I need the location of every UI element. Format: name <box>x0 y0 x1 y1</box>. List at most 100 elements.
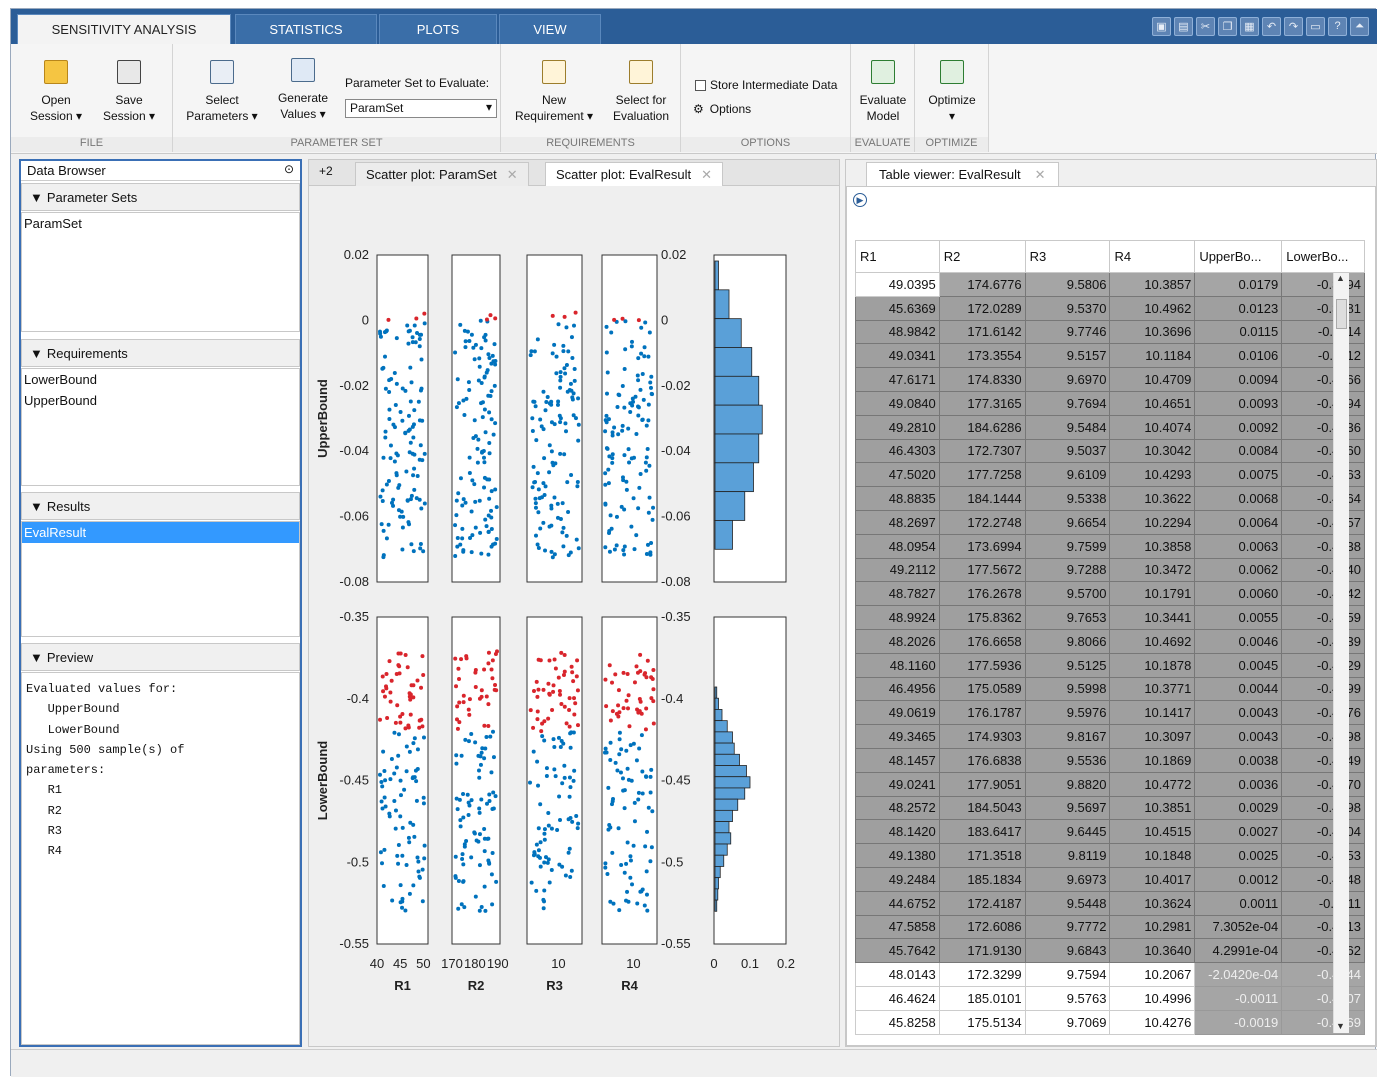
table-row[interactable]: 47.5858172.60869.777210.29817.3052e-04-0… <box>855 914 1365 940</box>
table-row[interactable]: 48.2026176.66589.806610.46920.0046-0.413… <box>855 628 1365 654</box>
table-cell[interactable]: -0.4162 <box>1281 938 1365 964</box>
table-row[interactable]: 48.1160177.59369.512510.18780.0045-0.412… <box>855 652 1365 678</box>
table-cell[interactable]: -0.4066 <box>1281 367 1365 392</box>
results-header[interactable]: ▼ Results <box>21 492 300 520</box>
save-session-button[interactable]: Save Session ▾ <box>95 60 163 124</box>
table-cell[interactable]: 48.1457 <box>855 747 940 773</box>
table-cell[interactable]: 0.0012 <box>1194 866 1283 892</box>
table-cell[interactable]: 49.2112 <box>855 557 940 583</box>
table-cell[interactable]: 10.3857 <box>1109 272 1196 297</box>
table-cell[interactable]: 0.0123 <box>1194 295 1283 321</box>
table-cell[interactable]: 0.0011 <box>1194 890 1283 916</box>
table-cell[interactable]: 9.8066 <box>1024 628 1111 654</box>
table-cell[interactable]: 10.4293 <box>1109 462 1196 488</box>
table-cell[interactable]: 9.5700 <box>1024 581 1111 607</box>
table-cell[interactable]: 9.7599 <box>1024 533 1111 559</box>
table-row[interactable]: 49.2810184.62869.548410.40740.0092-0.403… <box>855 414 1365 440</box>
table-cell[interactable]: 177.7258 <box>938 462 1026 488</box>
table-cell[interactable]: 0.0046 <box>1194 628 1283 654</box>
table-cell[interactable]: 10.4996 <box>1109 985 1196 1011</box>
param-set-dropdown[interactable]: ParamSet ▾ <box>345 99 497 118</box>
table-cell[interactable]: 183.6417 <box>938 819 1026 845</box>
table-cell[interactable]: 184.1444 <box>938 486 1026 511</box>
tab-view[interactable]: VIEW <box>499 14 601 44</box>
table-cell[interactable]: 10.2067 <box>1109 962 1196 987</box>
table-cell[interactable]: 172.7307 <box>938 438 1026 464</box>
select-parameters-button[interactable]: Select Parameters ▾ <box>179 60 265 124</box>
table-cell[interactable]: -0.3981 <box>1281 295 1365 321</box>
undo-icon[interactable]: ↶ <box>1262 16 1281 36</box>
column-header[interactable]: UpperBo... <box>1194 240 1283 273</box>
table-cell[interactable]: 0.0029 <box>1194 795 1283 821</box>
table-row[interactable]: 47.6171174.83309.697010.47090.0094-0.406… <box>855 367 1365 392</box>
table-cell[interactable]: 9.5338 <box>1024 486 1111 511</box>
cut-icon[interactable]: ✂ <box>1196 16 1215 36</box>
table-cell[interactable]: 9.8167 <box>1024 724 1111 749</box>
table-cell[interactable]: 0.0064 <box>1194 509 1283 535</box>
tab-sensitivity-analysis[interactable]: SENSITIVITY ANALYSIS <box>17 14 231 44</box>
table-cell[interactable]: 9.6973 <box>1024 866 1111 892</box>
table-cell[interactable]: 10.4692 <box>1109 628 1196 654</box>
tab-table-viewer[interactable]: Table viewer: EvalResult ✕ <box>866 162 1059 186</box>
table-cell[interactable]: 172.3299 <box>938 962 1026 987</box>
column-header[interactable]: R1 <box>855 240 940 273</box>
table-cell[interactable]: -0.4036 <box>1281 414 1365 440</box>
browser-menu-icon[interactable]: ⊙ <box>284 162 294 176</box>
table-cell[interactable]: 10.3472 <box>1109 557 1196 583</box>
table-cell[interactable]: 174.8330 <box>938 367 1026 392</box>
open-session-button[interactable]: Open Session ▾ <box>23 60 89 124</box>
table-cell[interactable]: 45.6369 <box>855 295 940 321</box>
table-cell[interactable]: 47.6171 <box>855 367 940 392</box>
table-cell[interactable]: 10.3042 <box>1109 438 1196 464</box>
table-cell[interactable]: -0.4198 <box>1281 724 1365 749</box>
table-cell[interactable]: -0.4107 <box>1281 985 1365 1011</box>
table-cell[interactable]: 9.6445 <box>1024 819 1111 845</box>
table-row[interactable]: 49.0619176.17879.597610.14170.0043-0.417… <box>855 700 1365 726</box>
table-cell[interactable]: 7.3052e-04 <box>1194 914 1283 940</box>
table-cell[interactable]: 9.5998 <box>1024 676 1111 702</box>
table-cell[interactable]: 9.7069 <box>1024 1009 1111 1035</box>
table-row[interactable]: 46.4956175.05899.599810.37710.0044-0.409… <box>855 676 1365 702</box>
table-cell[interactable]: 10.4651 <box>1109 390 1196 416</box>
table-cell[interactable]: -0.4253 <box>1281 843 1365 868</box>
close-icon[interactable]: ✕ <box>1035 167 1046 183</box>
table-cell[interactable]: 9.7694 <box>1024 390 1111 416</box>
table-cell[interactable]: -0.4064 <box>1281 486 1365 511</box>
table-cell[interactable]: -0.4213 <box>1281 914 1365 940</box>
table-cell[interactable]: 10.3640 <box>1109 938 1196 964</box>
table-cell[interactable]: 9.6970 <box>1024 367 1111 392</box>
table-row[interactable]: 48.0143172.32999.759410.2067-2.0420e-04-… <box>855 962 1365 987</box>
table-cell[interactable]: 10.2981 <box>1109 914 1196 940</box>
table-row[interactable]: 46.4624185.01019.576310.4996-0.0011-0.41… <box>855 985 1365 1011</box>
table-cell[interactable]: 177.3165 <box>938 390 1026 416</box>
table-cell[interactable]: 184.5043 <box>938 795 1026 821</box>
tab-plots[interactable]: PLOTS <box>379 14 497 44</box>
table-cell[interactable]: -0.4159 <box>1281 605 1365 630</box>
table-cell[interactable]: -0.4098 <box>1281 795 1365 821</box>
list-item[interactable]: EvalResult <box>22 522 299 543</box>
table-cell[interactable]: -0.4157 <box>1281 509 1365 535</box>
table-cell[interactable]: 0.0045 <box>1194 652 1283 678</box>
table-cell[interactable]: 174.9303 <box>938 724 1026 749</box>
store-intermediate-checkbox[interactable]: Store Intermediate Data <box>695 78 837 92</box>
table-cell[interactable]: -0.4112 <box>1281 343 1365 369</box>
table-cell[interactable]: 173.3554 <box>938 343 1026 369</box>
table-cell[interactable]: 48.1160 <box>855 652 940 678</box>
table-cell[interactable]: 0.0084 <box>1194 438 1283 464</box>
table-row[interactable]: 48.0954173.69949.759910.38580.0063-0.413… <box>855 533 1365 559</box>
table-cell[interactable]: 10.1417 <box>1109 700 1196 726</box>
collapse-ribbon-icon[interactable]: ⏶ <box>1350 16 1369 36</box>
table-row[interactable]: 46.4303172.73079.503710.30420.0084-0.406… <box>855 438 1365 464</box>
table-cell[interactable]: -0.4114 <box>1281 319 1365 345</box>
table-cell[interactable]: 49.2484 <box>855 866 940 892</box>
table-cell[interactable]: -0.4148 <box>1281 866 1365 892</box>
list-item[interactable]: ParamSet <box>22 213 299 234</box>
table-cell[interactable]: 10.3097 <box>1109 724 1196 749</box>
checkbox-icon[interactable] <box>695 79 706 91</box>
tab-scatter-paramset[interactable]: Scatter plot: ParamSet ✕ <box>355 162 529 186</box>
table-cell[interactable]: 176.6838 <box>938 747 1026 773</box>
table-row[interactable]: 49.2484185.18349.697310.40170.0012-0.414… <box>855 866 1365 892</box>
table-cell[interactable]: -0.0011 <box>1194 985 1283 1011</box>
table-cell[interactable]: 48.9924 <box>855 605 940 630</box>
table-cell[interactable]: 9.5976 <box>1024 700 1111 726</box>
